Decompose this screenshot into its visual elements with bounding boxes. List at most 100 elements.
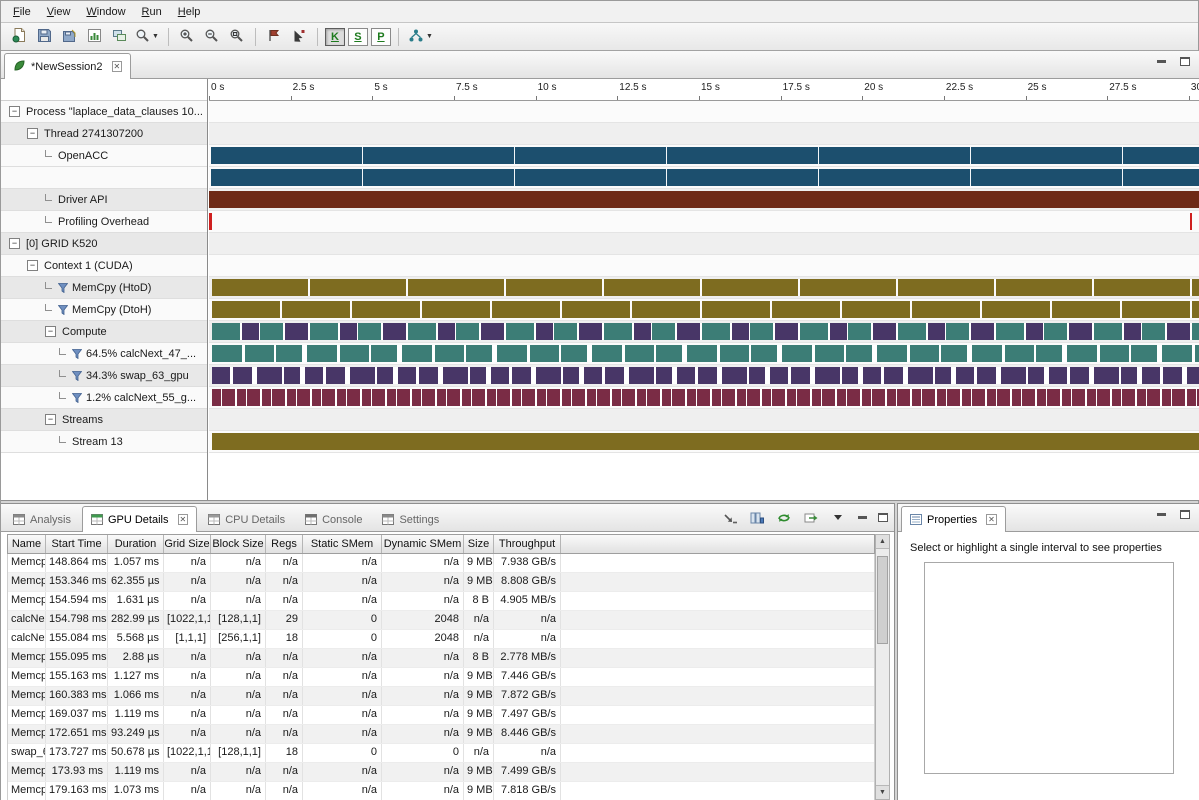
timeline-row-track[interactable] xyxy=(209,365,1199,387)
timeline-bar-kernel-maroon[interactable] xyxy=(212,389,1199,406)
timeline-tree-row[interactable]: −[0] GRID K520 xyxy=(1,233,207,255)
stream-toggle-button[interactable]: S xyxy=(348,28,368,46)
timeline-tree-row[interactable]: −Process "laplace_data_clauses 10... xyxy=(1,101,207,123)
column-header-static-smem[interactable]: Static SMem xyxy=(303,535,382,553)
table-row[interactable]: Memcpy155.163 ms1.127 msn/an/an/an/an/a9… xyxy=(8,668,874,687)
timeline-tree-row[interactable]: −Streams xyxy=(1,409,207,431)
minimize-button[interactable] xyxy=(855,512,869,524)
table-row[interactable]: calcNext155.084 ms5.568 µs[1,1,1][256,1,… xyxy=(8,630,874,649)
timeline-row-track[interactable] xyxy=(209,321,1199,343)
timeline-row-track[interactable] xyxy=(209,189,1199,211)
table-row[interactable]: calcNext154.798 ms282.99 µs[1022,1,1][12… xyxy=(8,611,874,630)
timeline-tree-row[interactable]: 34.3% swap_63_gpu xyxy=(1,365,207,387)
timeline-row-track[interactable] xyxy=(209,277,1199,299)
table-row[interactable]: Memcpy154.594 ms1.631 µsn/an/an/an/an/a8… xyxy=(8,592,874,611)
timeline-bar-overhead[interactable] xyxy=(209,213,1199,230)
column-header-block-size[interactable]: Block Size xyxy=(211,535,266,553)
table-row[interactable]: swap_6173.727 ms50.678 µs[1022,1,1][128,… xyxy=(8,744,874,763)
timeline-tree-row[interactable]: Profiling Overhead xyxy=(1,211,207,233)
timeline-bar-driver[interactable] xyxy=(209,191,1199,208)
table-row[interactable]: Memcpy148.864 ms1.057 msn/an/an/an/an/a9… xyxy=(8,554,874,573)
tab-gpu-details[interactable]: GPU Details✕ xyxy=(82,506,197,532)
timeline-row-track[interactable] xyxy=(209,123,1199,145)
timeline-row-track[interactable] xyxy=(209,431,1199,453)
timeline-row-track[interactable] xyxy=(209,145,1199,167)
timeline-row-track[interactable] xyxy=(209,409,1199,431)
table-row[interactable]: Memcpy173.93 ms1.119 msn/an/an/an/an/a9 … xyxy=(8,763,874,782)
menu-file[interactable]: File xyxy=(5,3,39,21)
columns-button[interactable] xyxy=(747,509,767,527)
zoom-out-button[interactable] xyxy=(200,26,224,48)
timeline-bar-memcpy-htod[interactable] xyxy=(212,279,1199,296)
column-header-throughput[interactable]: Throughput xyxy=(494,535,561,553)
column-header-name[interactable]: Name xyxy=(8,535,46,553)
menu-help[interactable]: Help xyxy=(170,3,209,21)
table-row[interactable]: Memcpy169.037 ms1.119 msn/an/an/an/an/a9… xyxy=(8,706,874,725)
collapse-toggle-icon[interactable]: − xyxy=(27,260,38,271)
table-row[interactable]: Memcpy179.163 ms1.073 msn/an/an/an/an/a9… xyxy=(8,782,874,800)
kernel-toggle-button[interactable]: K xyxy=(325,28,345,46)
close-icon[interactable]: ✕ xyxy=(986,514,997,525)
table-row[interactable]: Memcpy160.383 ms1.066 msn/an/an/an/an/a9… xyxy=(8,687,874,706)
timeline-tree-row[interactable]: −Thread 2741307200 xyxy=(1,123,207,145)
timeline-row-track[interactable] xyxy=(209,343,1199,365)
close-icon[interactable]: ✕ xyxy=(178,514,189,525)
collapse-toggle-icon[interactable]: − xyxy=(9,106,20,117)
maximize-button[interactable] xyxy=(1178,509,1192,521)
timeline-row-track[interactable] xyxy=(209,167,1199,189)
table-row[interactable]: Memcpy155.095 ms2.88 µsn/an/an/an/an/a8 … xyxy=(8,649,874,668)
tab-settings[interactable]: Settings xyxy=(373,506,448,532)
column-header-start-time[interactable]: Start Time xyxy=(46,535,108,553)
sync-button[interactable] xyxy=(774,509,794,527)
timeline-tree-row[interactable]: −Compute xyxy=(1,321,207,343)
select-mode-button[interactable] xyxy=(287,26,311,48)
timeline-row-track[interactable] xyxy=(209,233,1199,255)
maximize-button[interactable] xyxy=(876,512,890,524)
close-icon[interactable]: ✕ xyxy=(112,61,123,72)
detach-view-button[interactable] xyxy=(720,509,740,527)
tab-cpu-details[interactable]: CPU Details xyxy=(199,506,294,532)
timeline-tree-row[interactable]: 64.5% calcNext_47_... xyxy=(1,343,207,365)
scroll-thumb[interactable] xyxy=(877,556,888,644)
minimize-button[interactable] xyxy=(1154,509,1168,521)
scroll-track[interactable] xyxy=(876,549,889,785)
timeline-row-track[interactable] xyxy=(209,211,1199,233)
timeline-tree-row[interactable]: Driver API xyxy=(1,189,207,211)
collapse-toggle-icon[interactable]: − xyxy=(45,414,56,425)
process-toggle-button[interactable]: P xyxy=(371,28,391,46)
table-row[interactable]: Memcpy153.346 ms62.355 µsn/an/an/an/an/a… xyxy=(8,573,874,592)
column-header-dynamic-smem[interactable]: Dynamic SMem xyxy=(382,535,464,553)
collapse-toggle-icon[interactable]: − xyxy=(9,238,20,249)
column-header-size[interactable]: Size xyxy=(464,535,494,553)
timeline-row-track[interactable] xyxy=(209,387,1199,409)
timeline-bar-openacc[interactable] xyxy=(211,147,1199,164)
menu-run[interactable]: Run xyxy=(134,3,170,21)
timeline-tree-row[interactable] xyxy=(1,167,207,189)
timeline-ruler[interactable]: 0 s2.5 s5 s7.5 s10 s12.5 s15 s17.5 s20 s… xyxy=(209,79,1199,101)
report-button[interactable] xyxy=(82,26,106,48)
column-header-grid-size[interactable]: Grid Size xyxy=(164,535,211,553)
tab-analysis[interactable]: Analysis xyxy=(4,506,80,532)
collapse-toggle-icon[interactable]: − xyxy=(27,128,38,139)
menu-view[interactable]: View xyxy=(39,3,79,21)
timeline-bar-memcpy-dtoh[interactable] xyxy=(212,301,1199,318)
maximize-button[interactable] xyxy=(1178,56,1192,68)
export-button[interactable] xyxy=(107,26,131,48)
column-header-regs[interactable]: Regs xyxy=(266,535,303,553)
timeline-tree-row[interactable]: Stream 13 xyxy=(1,431,207,453)
timeline-tree-row[interactable]: OpenACC xyxy=(1,145,207,167)
view-menu-button[interactable] xyxy=(828,509,848,527)
timeline-bar-compute[interactable] xyxy=(212,323,1199,340)
tab-console[interactable]: Console xyxy=(296,506,371,532)
timeline-row-track[interactable] xyxy=(209,101,1199,123)
zoom-fit-button[interactable] xyxy=(225,26,249,48)
table-row[interactable]: Memcpy172.651 ms93.249 µsn/an/an/an/an/a… xyxy=(8,725,874,744)
tab-session[interactable]: *NewSession2 ✕ xyxy=(4,53,131,79)
scroll-down-icon[interactable]: ▼ xyxy=(876,785,889,799)
timeline-tree-row[interactable]: MemCpy (DtoH) xyxy=(1,299,207,321)
zoom-in-button[interactable] xyxy=(175,26,199,48)
tab-properties[interactable]: Properties ✕ xyxy=(901,506,1006,532)
timeline-tree-row[interactable]: 1.2% calcNext_55_g... xyxy=(1,387,207,409)
collapse-toggle-icon[interactable]: − xyxy=(45,326,56,337)
minimize-button[interactable] xyxy=(1154,56,1168,68)
